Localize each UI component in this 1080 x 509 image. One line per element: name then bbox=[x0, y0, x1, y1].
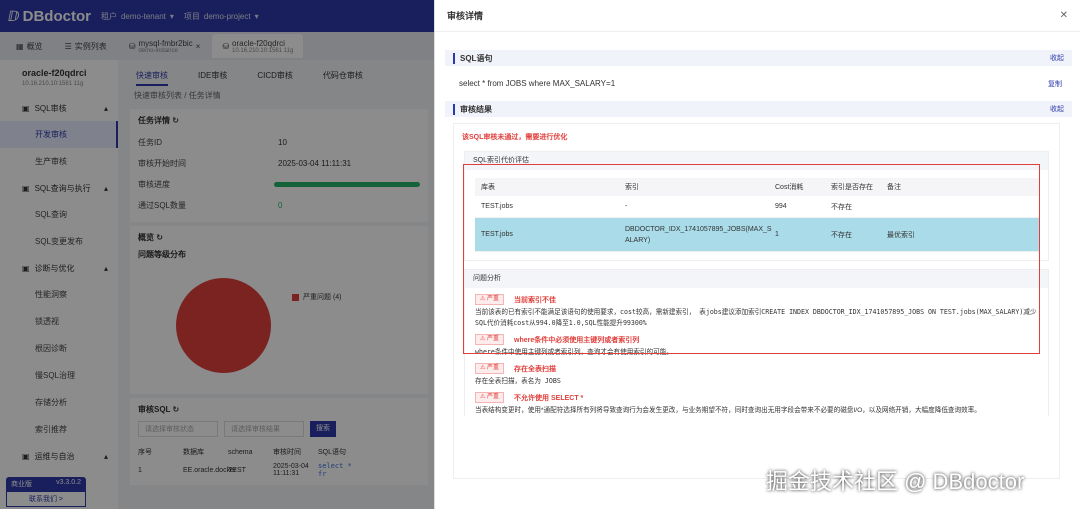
watermark: 掘金技术社区 @ DBdoctor bbox=[766, 469, 1025, 494]
collapse-result-link[interactable]: 收起 bbox=[1050, 104, 1064, 114]
sql-section-header: SQL语句 收起 bbox=[445, 50, 1072, 66]
modal-overlay[interactable] bbox=[0, 0, 434, 509]
sql-statement: select * from JOBS where MAX_SALARY=1 复制 bbox=[459, 79, 1062, 89]
severity-badge: ⚠ 严重 bbox=[475, 392, 505, 403]
drawer-title: 审核详情 bbox=[447, 11, 484, 21]
list-item: ⚠ 严重 存在全表扫描 存在全表扫描，表名为 JOBS bbox=[475, 363, 561, 385]
collapse-sql-link[interactable]: 收起 bbox=[1050, 53, 1064, 63]
highlight-box bbox=[463, 164, 1040, 354]
copy-link[interactable]: 复制 bbox=[1048, 79, 1062, 89]
fail-message: 该SQL审核未通过，需要进行优化 bbox=[462, 134, 568, 141]
severity-badge: ⚠ 严重 bbox=[475, 363, 505, 374]
result-section-header: 审核结果 收起 bbox=[445, 101, 1072, 117]
close-icon[interactable]: ✕ bbox=[1060, 10, 1068, 21]
list-item: ⚠ 严重 不允许使用 SELECT * 当表结构变更时，使用*通配符选择所有列将导… bbox=[475, 392, 981, 414]
